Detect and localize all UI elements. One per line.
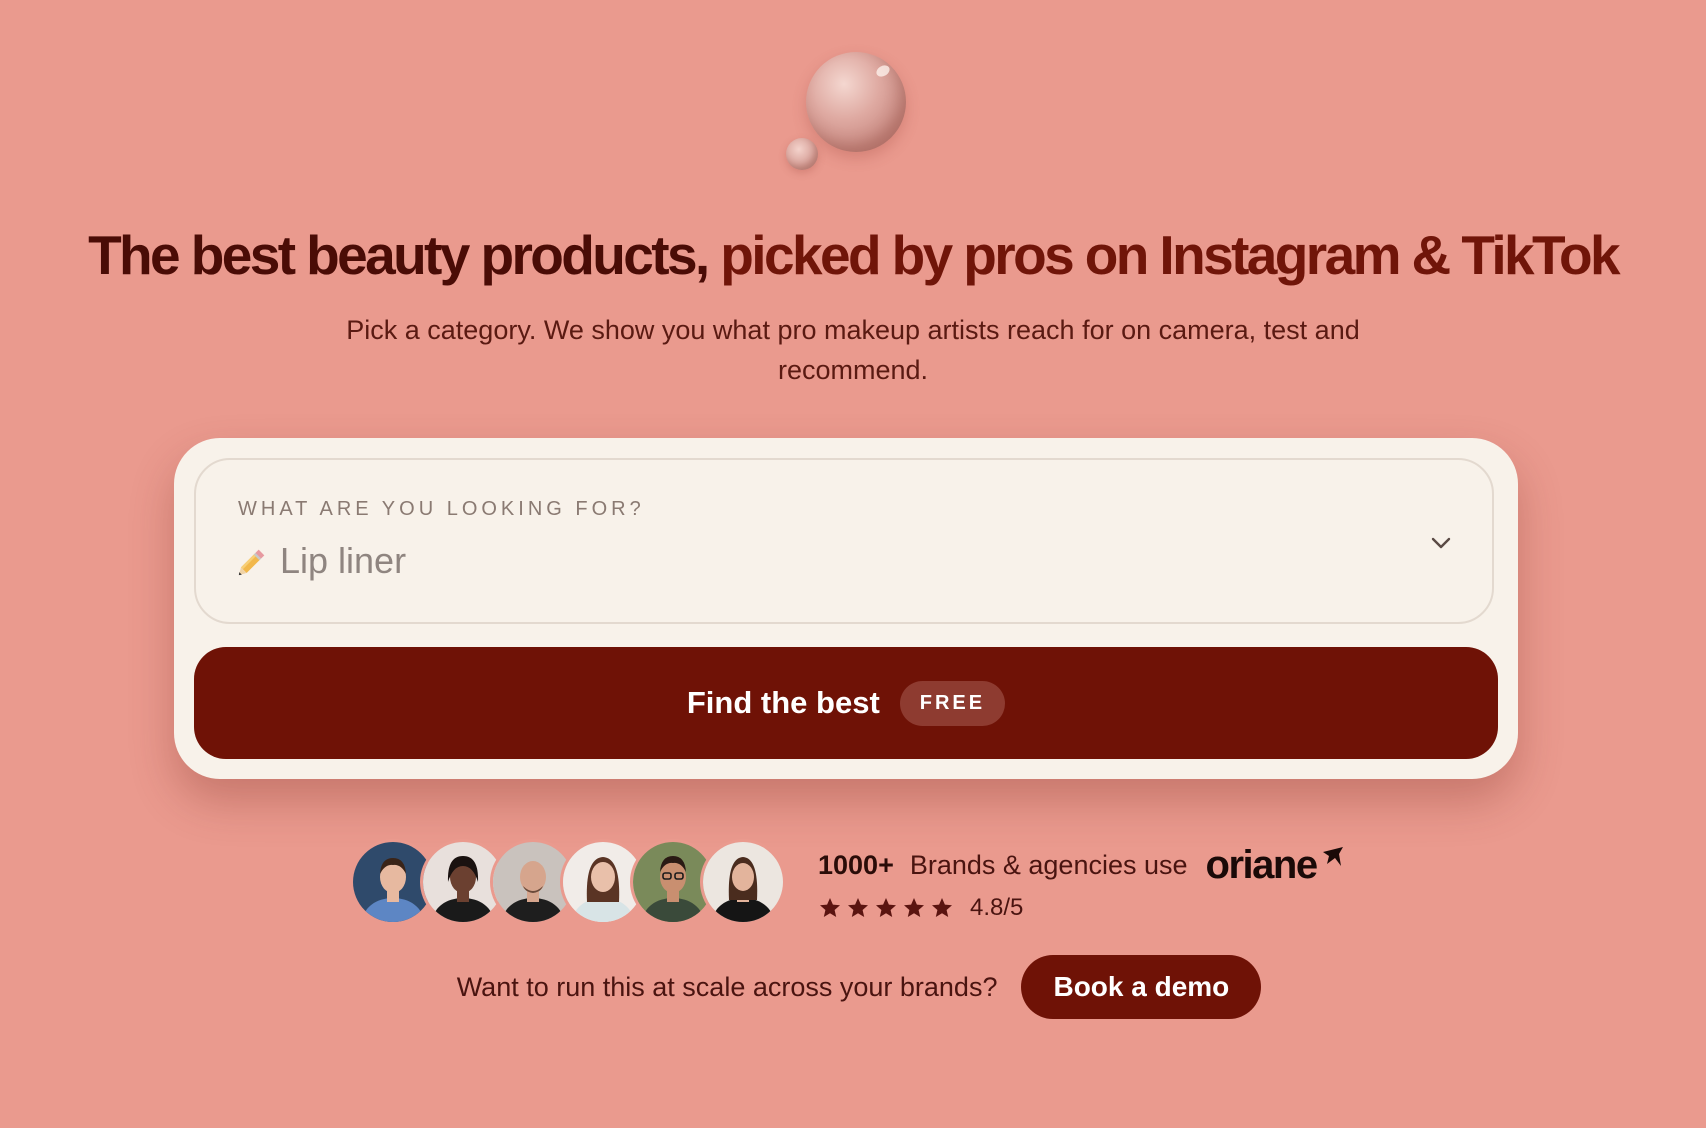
demo-prompt-text: Want to run this at scale across your br… bbox=[456, 971, 998, 1002]
chevron-down-icon[interactable] bbox=[1428, 530, 1454, 556]
category-select[interactable]: WHAT ARE YOU LOOKING FOR? Lip liner bbox=[194, 458, 1494, 624]
star-icon bbox=[820, 897, 840, 917]
headline-part-1: The best beauty products, bbox=[88, 224, 710, 286]
category-selected-value: Lip liner bbox=[236, 540, 406, 582]
find-the-best-button[interactable]: Find the best FREE bbox=[194, 647, 1498, 759]
avatar-stack bbox=[350, 839, 786, 925]
star-icon bbox=[876, 897, 896, 917]
demo-row: Want to run this at scale across your br… bbox=[0, 955, 1706, 1019]
oriane-logo: oriane bbox=[1205, 842, 1319, 887]
brands-line: 1000+ Brands & agencies use oriane bbox=[818, 843, 1347, 888]
pencil-icon bbox=[238, 549, 265, 576]
avatar bbox=[700, 839, 786, 925]
category-select-label: WHAT ARE YOU LOOKING FOR? bbox=[238, 498, 645, 520]
arrow-logo-icon bbox=[1322, 847, 1343, 866]
category-value-text: Lip liner bbox=[280, 540, 407, 581]
social-proof: 1000+ Brands & agencies use oriane 4.8/5 bbox=[350, 839, 1347, 925]
free-badge: FREE bbox=[899, 680, 1006, 726]
large-orb-image bbox=[806, 52, 906, 152]
rating-stars bbox=[818, 896, 954, 920]
page-headline: The best beauty products, picked by pros… bbox=[0, 220, 1706, 290]
find-the-best-label: Find the best bbox=[686, 685, 880, 720]
star-icon bbox=[848, 897, 868, 917]
book-a-demo-button[interactable]: Book a demo bbox=[1021, 955, 1262, 1019]
rating-line: 4.8/5 bbox=[818, 894, 1347, 922]
page-subtitle: Pick a category. We show you what pro ma… bbox=[346, 315, 1360, 385]
rating-value: 4.8/5 bbox=[970, 893, 1024, 921]
star-icon bbox=[904, 897, 924, 917]
small-orb-image bbox=[786, 138, 818, 170]
brand-count: 1000+ bbox=[818, 849, 894, 880]
social-proof-text: 1000+ Brands & agencies use oriane 4.8/5 bbox=[818, 843, 1347, 922]
brands-text: Brands & agencies use bbox=[909, 849, 1188, 880]
hero-orbs-illustration bbox=[780, 48, 920, 178]
headline-part-2: picked by pros on Instagram & TikTok bbox=[720, 224, 1620, 286]
star-icon bbox=[932, 897, 952, 917]
search-card: WHAT ARE YOU LOOKING FOR? Lip liner Find… bbox=[174, 438, 1518, 779]
